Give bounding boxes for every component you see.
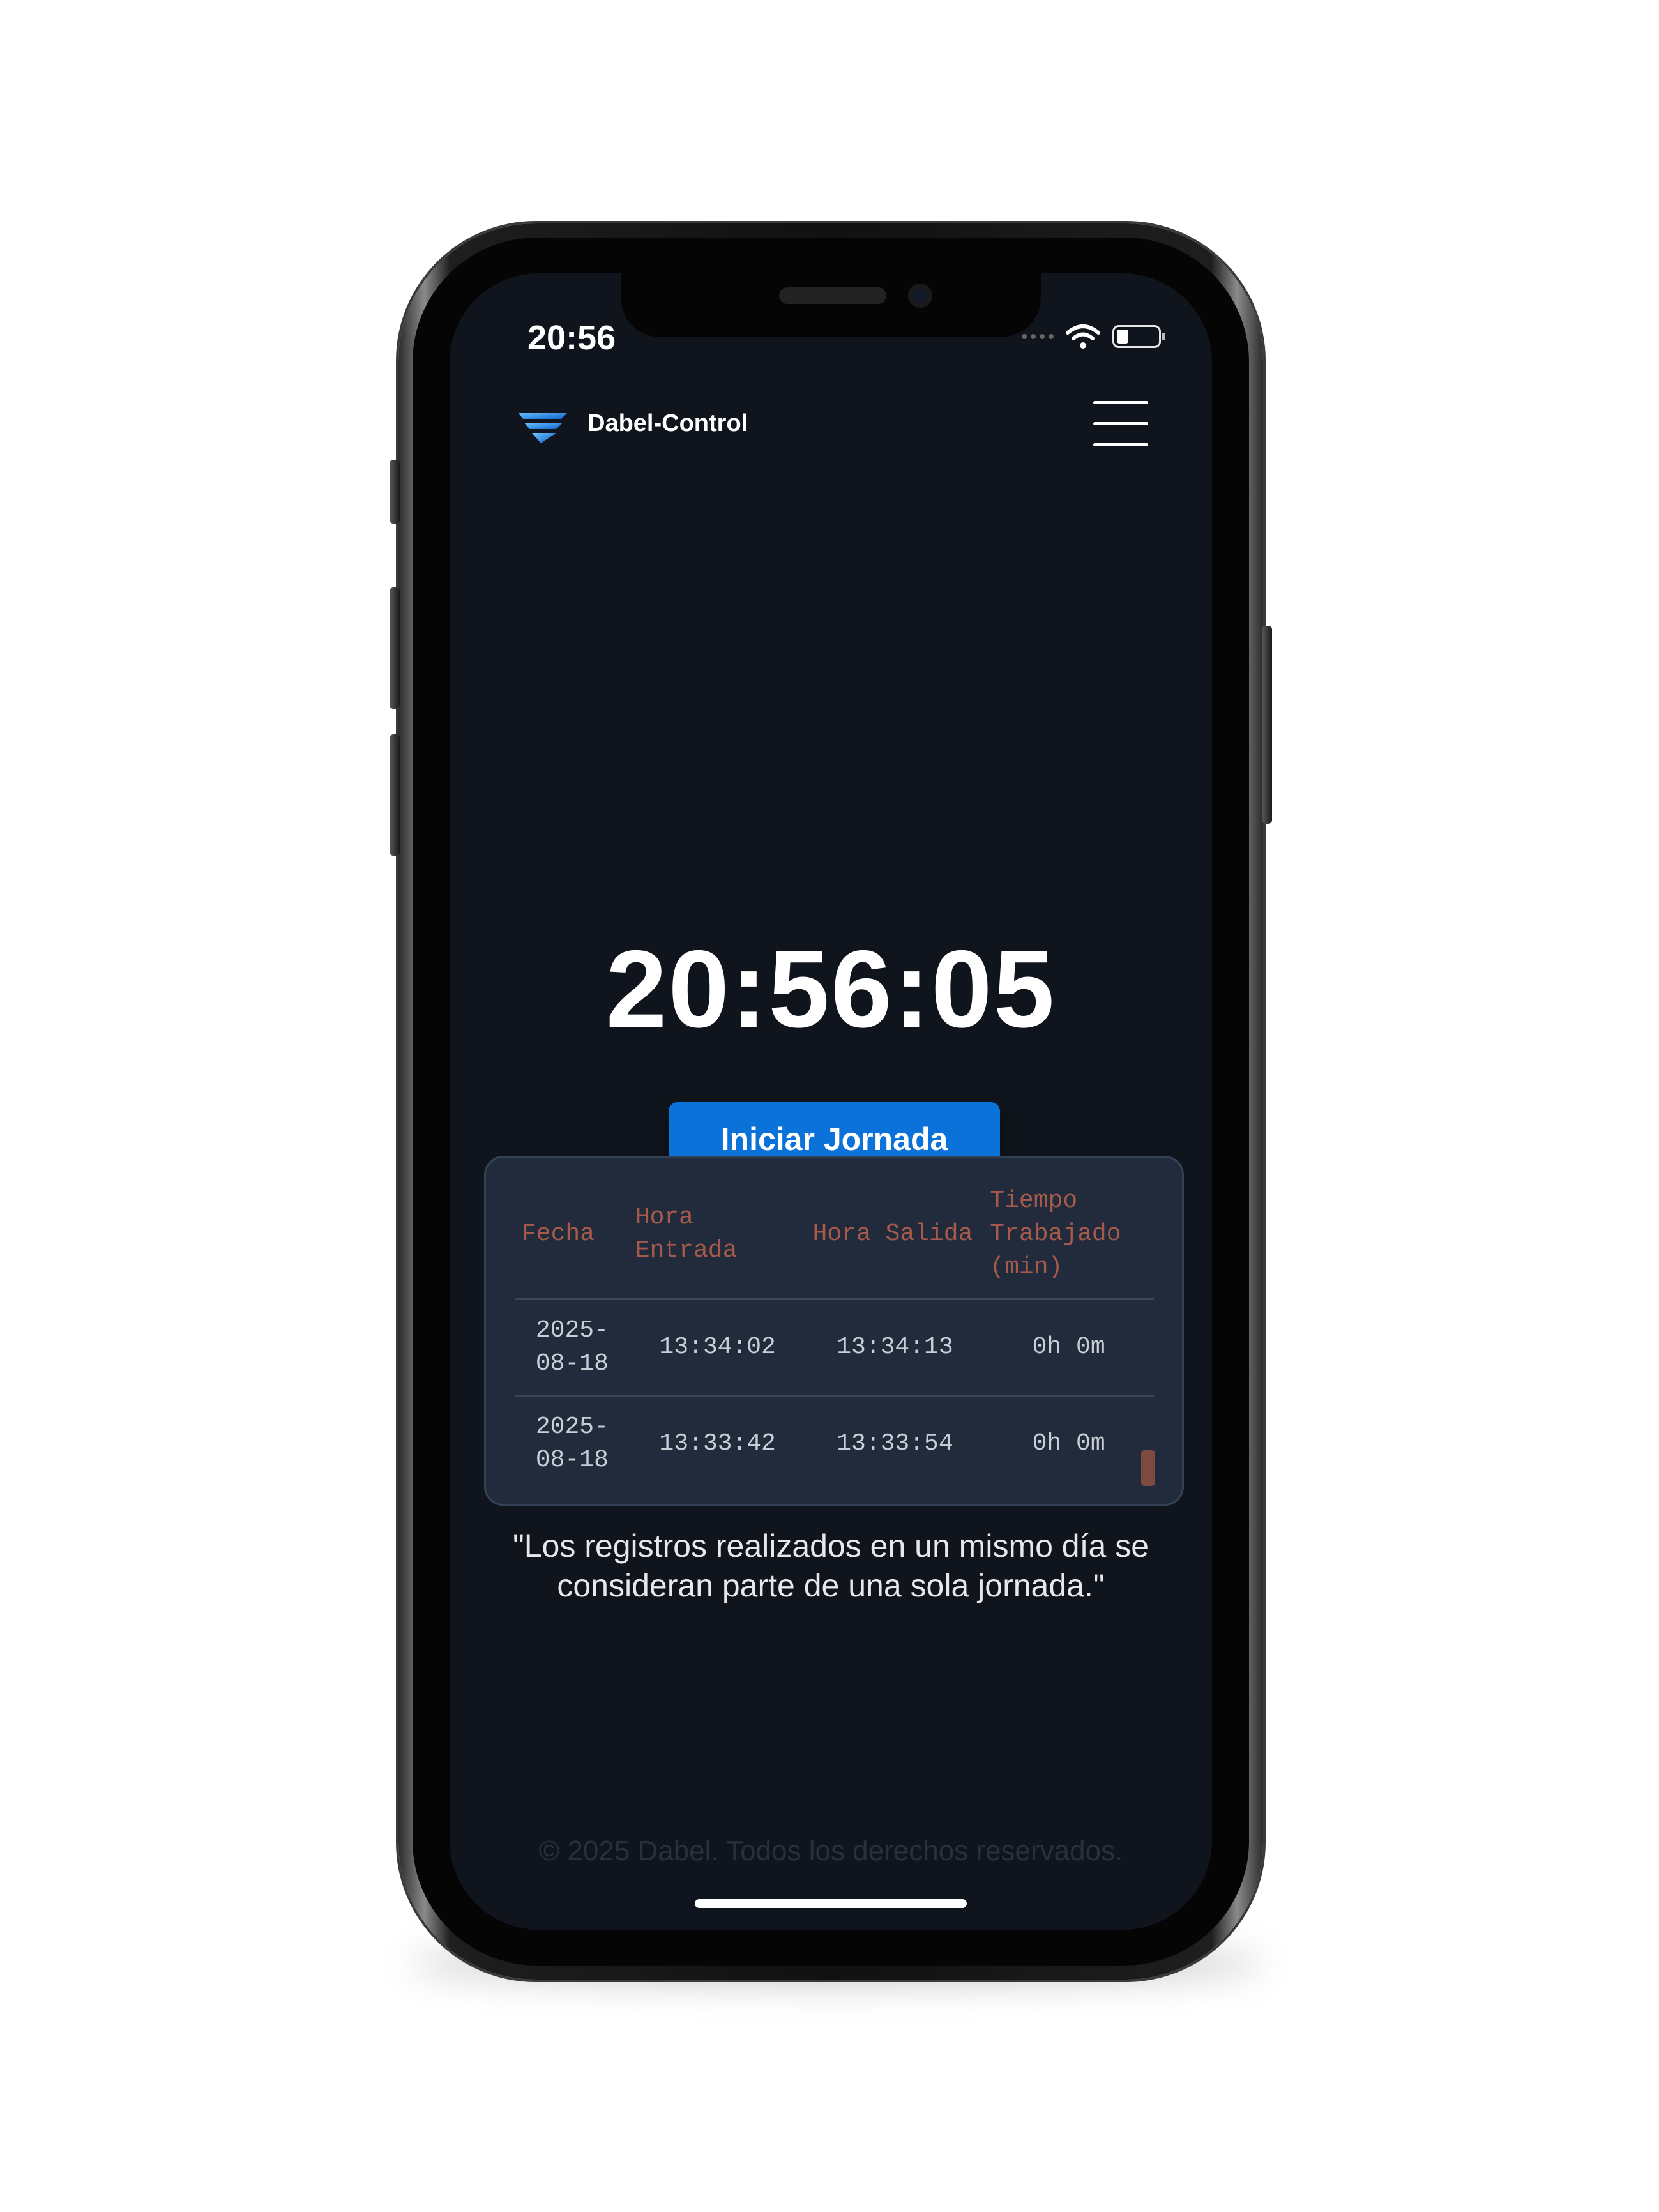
footer-copyright: © 2025 Dabel. Todos los derechos reserva… <box>538 1835 1123 1867</box>
records-card: Fecha Hora Entrada Hora Salida Tiempo Tr… <box>484 1156 1184 1506</box>
wifi-icon <box>1066 324 1100 349</box>
live-clock: 20:56:05 <box>605 928 1056 1050</box>
front-camera <box>908 284 932 308</box>
home-indicator[interactable] <box>695 1899 967 1908</box>
cell-hora-salida: 13:33:54 <box>837 1430 953 1457</box>
volume-down-button <box>390 734 400 856</box>
shift-note: "Los registros realizados en un mismo dí… <box>513 1528 1149 1603</box>
column-header-hora-entrada: Hora Entrada <box>628 1185 807 1300</box>
app-screen: 20:56 Dabel-Control 20:56:05 Iniciar Jor… <box>450 273 1212 1930</box>
speaker-grille <box>779 287 886 304</box>
table-row: 2025-08-18 13:33:42 13:33:54 0h 0m <box>515 1396 1154 1492</box>
volume-up-button <box>390 587 400 709</box>
signal-icon <box>1022 334 1054 339</box>
battery-icon <box>1112 325 1165 348</box>
navbar: Dabel-Control <box>450 388 1212 458</box>
app-brand[interactable]: Dabel-Control <box>587 410 748 437</box>
table-row: 2025-08-18 13:34:02 13:34:13 0h 0m <box>515 1299 1154 1397</box>
cell-fecha: 2025-08-18 <box>515 1299 629 1397</box>
table-header-row: Fecha Hora Entrada Hora Salida Tiempo Tr… <box>515 1185 1154 1300</box>
power-button <box>1262 626 1272 824</box>
column-header-hora-salida: Hora Salida <box>806 1185 984 1300</box>
column-header-tiempo-trabajado: Tiempo Trabajado (min) <box>983 1185 1154 1300</box>
cell-hora-entrada: 13:33:42 <box>659 1430 776 1457</box>
dabel-wing-logo-icon[interactable] <box>517 407 570 446</box>
mute-switch <box>390 460 400 524</box>
phone-frame: 20:56 Dabel-Control 20:56:05 Iniciar Jor… <box>390 223 1272 1980</box>
column-header-fecha: Fecha <box>515 1185 629 1300</box>
records-table: Fecha Hora Entrada Hora Salida Tiempo Tr… <box>515 1185 1154 1491</box>
cell-tiempo-trabajado: 0h 0m <box>1032 1430 1105 1457</box>
cell-tiempo-trabajado: 0h 0m <box>983 1299 1154 1397</box>
notch <box>621 273 1041 337</box>
status-icons <box>1022 321 1165 352</box>
hamburger-menu-icon[interactable] <box>1093 401 1148 447</box>
status-time: 20:56 <box>527 319 616 357</box>
cell-hora-entrada: 13:34:02 <box>628 1299 807 1397</box>
cell-hora-salida: 13:34:13 <box>806 1299 984 1397</box>
cell-fecha: 2025-08-18 <box>535 1413 609 1474</box>
table-scrollbar-thumb[interactable] <box>1141 1450 1155 1486</box>
